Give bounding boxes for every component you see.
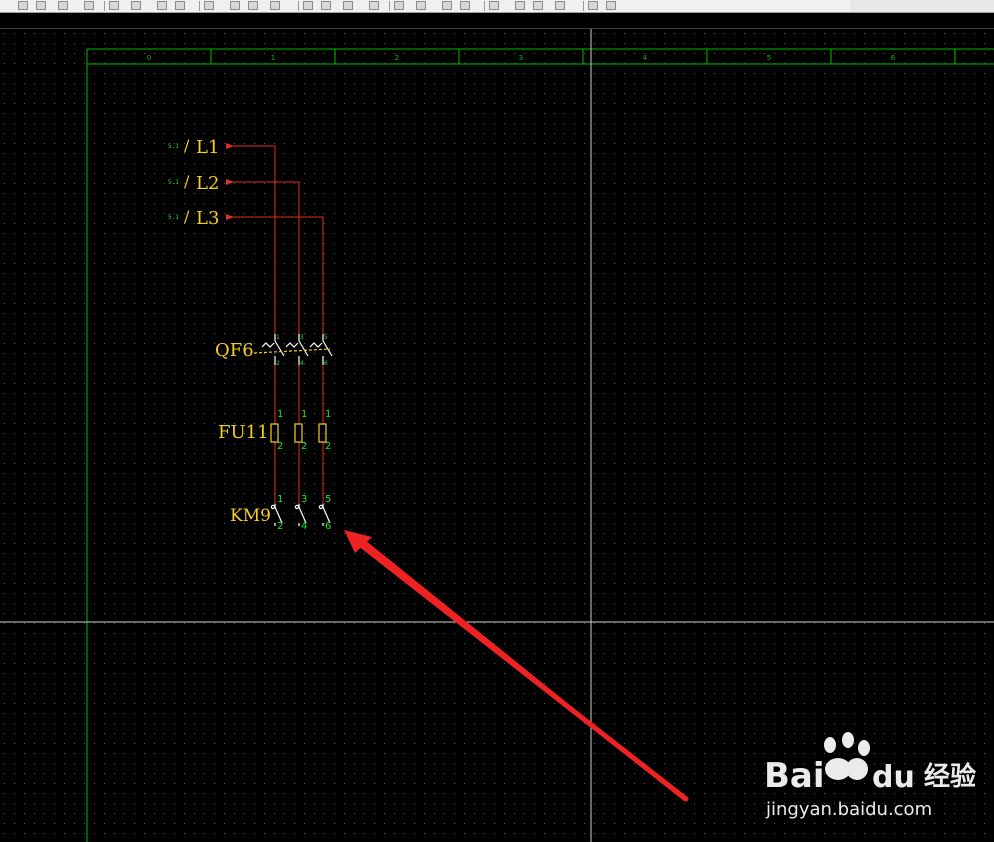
frame-column-label: 1 <box>271 54 275 62</box>
breaker-icon[interactable] <box>343 1 353 10</box>
toolbar-separator <box>583 1 584 11</box>
measure-icon[interactable] <box>606 1 616 10</box>
watermark-brand: Bai <box>764 756 825 796</box>
fuse-icon[interactable] <box>321 1 331 10</box>
terminal-number: 2 <box>301 441 307 452</box>
terminal-number: 4 <box>301 521 307 532</box>
cable-icon[interactable] <box>230 1 240 10</box>
terminal-number: 3 <box>301 494 307 505</box>
grid-dots <box>0 29 994 842</box>
frame-column-label: 6 <box>891 54 896 62</box>
terminal-number: 2 <box>277 521 283 532</box>
terminal-number: 1 <box>301 409 307 420</box>
terminal-number: 2 <box>276 360 280 367</box>
schematic-drawing[interactable]: 0 1 2 3 4 5 6 5.1 / L1 5.1 / L2 5.1 / L3 QF6 1 2 3 4 5 6 FU… <box>0 29 994 842</box>
print-icon[interactable] <box>84 1 94 10</box>
terminal-number: 1 <box>276 334 280 341</box>
zoom-icon[interactable] <box>460 1 470 10</box>
select-icon[interactable] <box>442 1 452 10</box>
grid-icon[interactable] <box>515 1 525 10</box>
terminal-number: 6 <box>325 521 331 532</box>
contactor-label: KM9 <box>230 506 271 526</box>
toolbar-empty-area <box>850 0 994 12</box>
toolbar-separator <box>389 1 390 11</box>
motor-icon[interactable] <box>394 1 404 10</box>
terminal-number: 4 <box>300 360 304 367</box>
terminal-number: 5 <box>324 334 328 341</box>
frame-column-label: 3 <box>519 54 523 62</box>
terminal-number: 3 <box>300 334 304 341</box>
phase-label: L1 <box>196 137 219 158</box>
terminal-number: 6 <box>324 360 328 367</box>
toolbar-separator <box>104 1 105 11</box>
arrow-icon[interactable] <box>416 1 426 10</box>
frame-column-label: 4 <box>643 54 648 62</box>
frame-column-label: 5 <box>767 54 771 62</box>
wire-icon[interactable] <box>175 1 185 10</box>
open-icon[interactable] <box>36 1 46 10</box>
coil-icon[interactable] <box>270 1 280 10</box>
new-icon[interactable] <box>18 1 28 10</box>
toolbar-separator <box>484 1 485 11</box>
terminal-number: 2 <box>325 441 331 452</box>
terminal-number: 1 <box>277 494 283 505</box>
terminal-icon[interactable] <box>204 1 214 10</box>
toolbar <box>0 0 994 13</box>
watermark-product: 经验 <box>924 761 976 792</box>
toolbar-icons <box>0 0 850 12</box>
phase-cross-reference: 5.1 <box>168 214 179 221</box>
toolbar-separator <box>199 1 200 11</box>
watermark-brand-suffix: du <box>872 760 915 795</box>
phase-cross-reference: 5.1 <box>168 179 179 186</box>
terminal-number: 1 <box>277 409 283 420</box>
phase-slash: / <box>184 207 190 226</box>
save-icon[interactable] <box>58 1 68 10</box>
terminal-number: 5 <box>325 494 331 505</box>
contact-icon[interactable] <box>248 1 258 10</box>
phase-label: L3 <box>196 208 219 229</box>
symbol-icon[interactable] <box>303 1 313 10</box>
ortho-icon[interactable] <box>555 1 565 10</box>
frame-column-label: 0 <box>147 54 151 62</box>
breaker-label: QF6 <box>215 340 254 361</box>
text-icon[interactable] <box>588 1 598 10</box>
fuse-label: FU11 <box>218 422 269 443</box>
canvas-header-strip <box>0 13 994 29</box>
frame-column-label: 2 <box>395 54 399 62</box>
phase-slash: / <box>184 136 190 155</box>
redo-icon[interactable] <box>131 1 141 10</box>
phase-label: L2 <box>196 173 219 194</box>
undo-icon[interactable] <box>109 1 119 10</box>
switch-icon[interactable] <box>369 1 379 10</box>
phase-cross-reference: 5.1 <box>168 143 179 150</box>
snap-icon[interactable] <box>533 1 543 10</box>
watermark-url: jingyan.baidu.com <box>765 799 932 820</box>
toolbar-separator <box>298 1 299 11</box>
terminal-number: 2 <box>277 441 283 452</box>
component-icon[interactable] <box>157 1 167 10</box>
phase-slash: / <box>184 172 190 191</box>
terminal-number: 1 <box>325 409 331 420</box>
pan-icon[interactable] <box>489 1 499 10</box>
